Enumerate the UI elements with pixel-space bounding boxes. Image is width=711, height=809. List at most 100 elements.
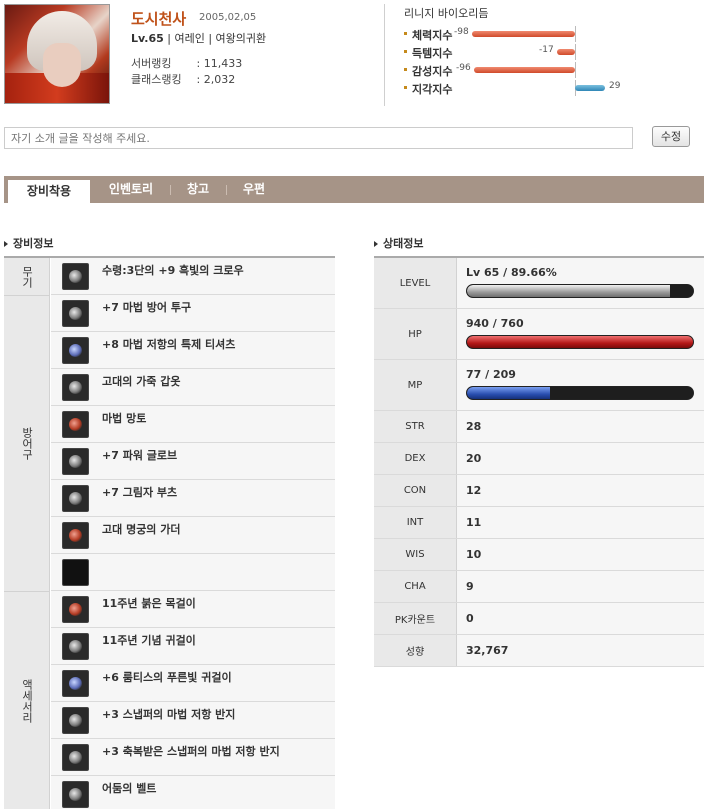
- biorhythm-axis: [575, 44, 576, 60]
- claw-weapon-icon[interactable]: [62, 263, 89, 290]
- equipment-name: 어둠의 벨트: [102, 782, 157, 795]
- stat-label: PK카운트: [374, 603, 457, 634]
- status-bar-row: HP 940 / 760: [374, 309, 704, 360]
- category-weapon: 무기: [4, 258, 50, 296]
- stat-label: CON: [374, 475, 457, 506]
- stat-value: 11: [466, 516, 482, 529]
- bullet-icon: [404, 50, 407, 53]
- stat-value: 32,767: [466, 644, 509, 657]
- biorhythm-row: 감성지수 -96: [404, 62, 704, 78]
- category-label: 방어구: [20, 427, 34, 460]
- rank-label: 서버랭킹: [131, 57, 172, 70]
- ring-icon[interactable]: [62, 707, 89, 734]
- earring-icon[interactable]: [62, 633, 89, 660]
- glove-icon[interactable]: [62, 448, 89, 475]
- equipment-row[interactable]: +6 룸티스의 푸른빛 귀걸이: [51, 665, 335, 702]
- biorhythm-title: 리니지 바이오리듬: [404, 7, 489, 20]
- edit-intro-button[interactable]: 수정: [652, 126, 690, 147]
- category-accessory: 액세서리: [4, 592, 50, 809]
- equipment-row[interactable]: +7 파워 글로브: [51, 443, 335, 480]
- equipment-row[interactable]: 어둠의 벨트: [51, 776, 335, 809]
- biorhythm-value: 29: [609, 81, 621, 91]
- tab-mail[interactable]: 우편: [228, 176, 280, 203]
- leather-armor-icon[interactable]: [62, 374, 89, 401]
- stat-label: WIS: [374, 539, 457, 570]
- equipment-row[interactable]: +7 마법 방어 투구: [51, 295, 335, 332]
- equipment-name: 11주년 붉은 목걸이: [102, 597, 196, 610]
- tab-storage[interactable]: 창고: [172, 176, 224, 203]
- equipment-row[interactable]: 11주년 기념 귀걸이: [51, 628, 335, 665]
- stat-row: STR 28: [374, 411, 704, 443]
- intro-input[interactable]: [4, 127, 633, 149]
- equipment-row[interactable]: 11주년 붉은 목걸이: [51, 591, 335, 628]
- tab-inventory[interactable]: 인벤토리: [94, 176, 168, 203]
- rank-label: 클래스랭킹: [131, 73, 182, 86]
- biorhythm-value: -98: [454, 27, 469, 37]
- status-gauge: [466, 386, 694, 400]
- status-section-title: 상태정보: [374, 235, 423, 251]
- equipment-name: 수령:3단의 +9 흑빛의 크로우: [102, 264, 244, 277]
- status-bar-text: Lv 65 / 89.66%: [466, 266, 557, 279]
- equipment-row[interactable]: +7 그림자 부츠: [51, 480, 335, 517]
- biorhythm-row: 득템지수 -17: [404, 44, 704, 60]
- biorhythm-bar: [575, 85, 605, 91]
- biorhythm-bar: [557, 49, 575, 55]
- tab-bar: 장비착용 인벤토리 창고 우편: [4, 176, 704, 203]
- helmet-icon[interactable]: [62, 300, 89, 327]
- biorhythm-row: 체력지수 -98: [404, 26, 704, 42]
- equipment-row[interactable]: +8 마법 저항의 특제 티셔츠: [51, 332, 335, 369]
- status-gauge: [466, 284, 694, 298]
- stat-row: WIS 10: [374, 539, 704, 571]
- equipment-name: +7 파워 글로브: [102, 449, 178, 462]
- necklace-icon[interactable]: [62, 596, 89, 623]
- character-portrait: [4, 4, 110, 104]
- status-label: LEVEL: [374, 258, 457, 308]
- equipment-row[interactable]: 마법 망토: [51, 406, 335, 443]
- equipment-name: +7 그림자 부츠: [102, 486, 178, 499]
- equipment-name: +7 마법 방어 투구: [102, 301, 192, 314]
- stat-value: 28: [466, 420, 482, 433]
- biorhythm-row: 지각지수 29: [404, 80, 704, 96]
- equipment-table: 무기 방어구 액세서리 수령:3단의 +9 흑빛의 크로우 +7 마법 방어 투구…: [4, 256, 335, 809]
- biorhythm-label: 지각지수: [412, 83, 453, 96]
- biorhythm-label: 감성지수: [412, 65, 453, 78]
- stat-label: 성향: [374, 635, 457, 666]
- status-gauge-fill: [467, 336, 693, 348]
- equipment-name: +3 축복받은 스냅퍼의 마법 저항 반지: [102, 745, 280, 758]
- equipment-name: 고대 명궁의 가더: [102, 523, 181, 536]
- cloak-icon[interactable]: [62, 411, 89, 438]
- equipment-row[interactable]: +3 축복받은 스냅퍼의 마법 저항 반지: [51, 739, 335, 776]
- equipment-name: 11주년 기념 귀걸이: [102, 634, 196, 647]
- divider: [384, 4, 385, 106]
- stat-value: 0: [466, 612, 474, 625]
- biorhythm-bar: [472, 31, 575, 37]
- empty-slot-icon[interactable]: [62, 559, 89, 586]
- stat-label: CHA: [374, 571, 457, 602]
- blue-earring-icon[interactable]: [62, 670, 89, 697]
- equipment-row[interactable]: 수령:3단의 +9 흑빛의 크로우: [51, 258, 335, 295]
- belt-icon[interactable]: [62, 781, 89, 808]
- stat-label: DEX: [374, 443, 457, 474]
- stat-value: 9: [466, 580, 474, 593]
- status-gauge-fill: [467, 285, 670, 297]
- status-label: HP: [374, 309, 457, 359]
- stat-label: STR: [374, 411, 457, 442]
- equipment-row[interactable]: +3 스냅퍼의 마법 저항 반지: [51, 702, 335, 739]
- equipment-row[interactable]: 고대의 가죽 갑옷: [51, 369, 335, 406]
- category-label: 액세서리: [20, 679, 34, 723]
- tab-separator: [170, 185, 171, 195]
- tshirt-icon[interactable]: [62, 337, 89, 364]
- character-server-class: | 여레인 | 여왕의귀환: [163, 32, 267, 45]
- category-armor: 방어구: [4, 296, 50, 592]
- equipment-row[interactable]: 고대 명궁의 가더: [51, 517, 335, 554]
- biorhythm-axis: [575, 26, 576, 42]
- character-name: 도시천사: [131, 10, 187, 28]
- guarder-icon[interactable]: [62, 522, 89, 549]
- rank-value: : 2,032: [196, 73, 236, 86]
- equipment-row[interactable]: [51, 554, 335, 591]
- boots-icon[interactable]: [62, 485, 89, 512]
- tab-equipment[interactable]: 장비착용: [8, 178, 90, 203]
- biorhythm-bar: [474, 67, 575, 73]
- profile-header: 도시천사 2005,02,05 Lv.65 | 여레인 | 여왕의귀환 서버랭킹…: [0, 0, 711, 118]
- blessed-ring-icon[interactable]: [62, 744, 89, 771]
